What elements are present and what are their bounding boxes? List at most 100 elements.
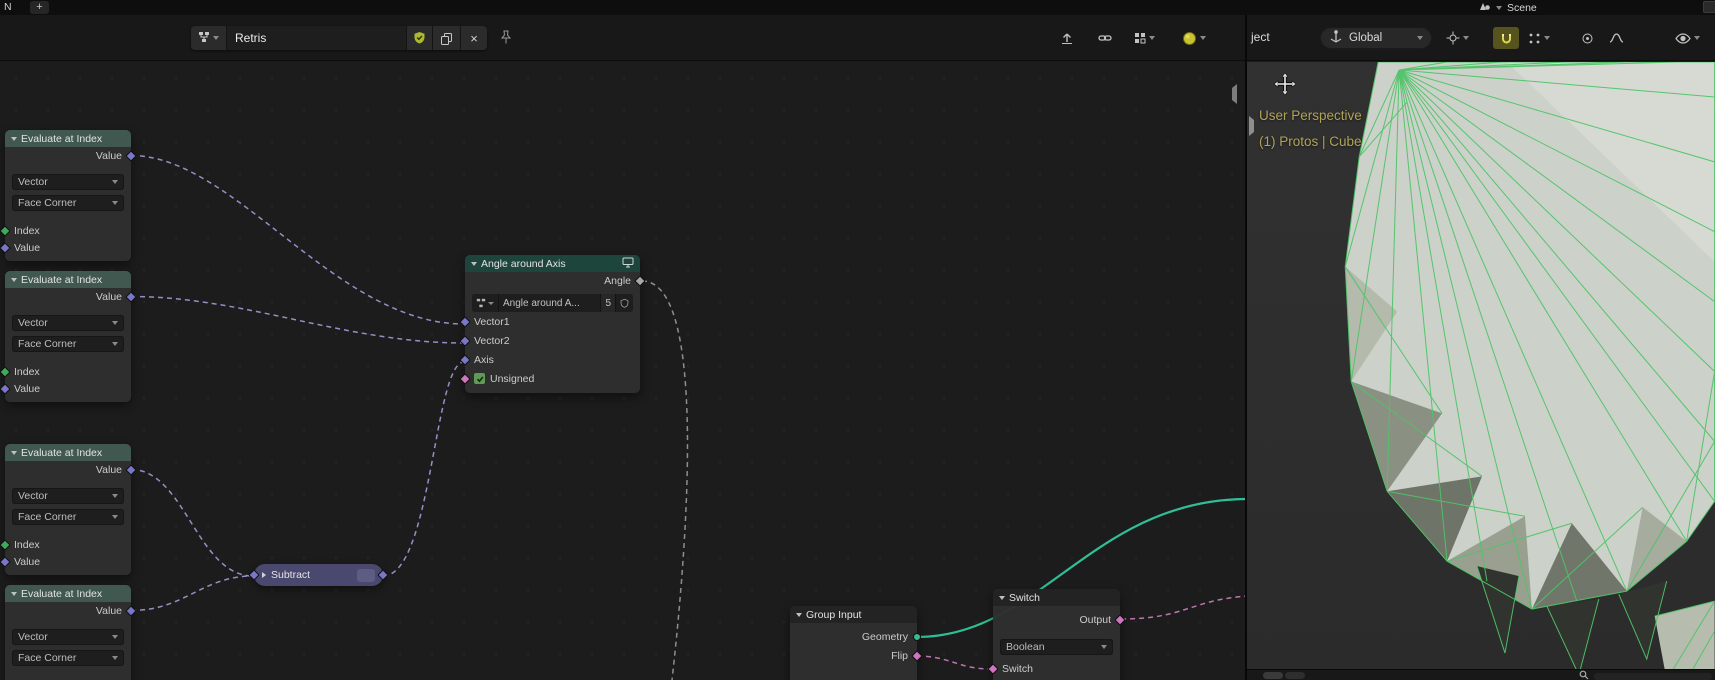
node-switch[interactable]: Switch Output Boolean Switch [987, 589, 1126, 680]
user-count-badge[interactable]: 5 [601, 294, 616, 312]
node-tree-name-field[interactable]: Retris [227, 26, 407, 50]
input-row: Value [0, 380, 131, 397]
expand-chevron-icon[interactable] [262, 572, 266, 578]
node-header[interactable]: Evaluate at Index [5, 444, 131, 461]
node-evaluate-at-index[interactable]: Evaluate at Index Value Vector Face Corn… [0, 271, 137, 402]
socket-label: Value [14, 241, 41, 254]
socket-label: Value [95, 604, 122, 617]
chevron-down-icon [112, 656, 118, 660]
socket-label: Value [95, 463, 122, 476]
domain-dropdown[interactable]: Face Corner [12, 336, 124, 352]
chevron-down-icon [1463, 36, 1469, 40]
proportional-editing-icon[interactable] [1581, 27, 1594, 49]
snap-with-dropdown[interactable] [1528, 27, 1550, 49]
unsigned-checkbox[interactable] [474, 373, 485, 384]
browse-node-tree-dropdown[interactable] [191, 26, 227, 50]
node-group-name[interactable]: Angle around A... [499, 294, 602, 312]
fake-user-shield-button[interactable] [407, 26, 433, 50]
node-group-selector[interactable]: Angle around A... 5 [472, 294, 633, 312]
node-header[interactable]: Switch [993, 589, 1120, 606]
viewport-canvas[interactable]: User Perspective (1) Protos | Cube [1247, 62, 1715, 680]
input-row: Vector2 [459, 331, 640, 350]
unlink-button[interactable]: × [461, 26, 487, 50]
node-angle-around-axis[interactable]: Angle around Axis Angle Angle around A..… [459, 255, 646, 393]
node-evaluate-at-index[interactable]: Evaluate at Index Value Vector Face Corn… [0, 444, 137, 575]
data-type-dropdown[interactable]: Vector [12, 174, 124, 190]
falloff-curve-icon[interactable] [1609, 27, 1624, 49]
node-canvas[interactable]: Evaluate at Index Value Vector Face Corn… [0, 62, 1245, 680]
socket-label: Axis [474, 353, 494, 366]
pin-icon[interactable] [500, 30, 512, 48]
chevron-down-icon [112, 201, 118, 205]
collapse-chevron-icon[interactable] [11, 450, 17, 455]
socket-label: Angle [604, 275, 631, 287]
input-row: Switch [987, 660, 1120, 677]
chevron-down-icon [112, 494, 118, 498]
link [641, 280, 689, 680]
viewport-perspective-label: User Perspective [1259, 108, 1362, 123]
node-title: Subtract [271, 569, 311, 581]
snap-magnet-toggle[interactable] [1493, 27, 1519, 49]
chevron-down-icon [1417, 36, 1423, 40]
node-tree-icon [198, 31, 210, 46]
input-row: Axis [459, 350, 640, 369]
chevron-down-icon [112, 180, 118, 184]
domain-dropdown[interactable]: Face Corner [12, 195, 124, 211]
domain-dropdown[interactable]: Face Corner [12, 650, 124, 666]
collapse-chevron-icon[interactable] [999, 595, 1005, 600]
filter-toggle[interactable] [1263, 672, 1283, 679]
snapping-dropdown[interactable] [1134, 27, 1155, 49]
scene-selector[interactable]: Scene [1478, 0, 1537, 15]
search-icon [1579, 670, 1589, 680]
overlay-sphere-dropdown[interactable] [1182, 27, 1206, 49]
node-header[interactable]: Evaluate at Index [5, 130, 131, 147]
node-header[interactable]: Group Input [790, 606, 917, 623]
collapse-chevron-icon[interactable] [11, 591, 17, 596]
node-evaluate-at-index[interactable]: Evaluate at Index Value Vector Face Corn… [0, 130, 137, 261]
visibility-eye-dropdown[interactable] [1675, 27, 1700, 49]
go-to-parent-button[interactable] [1060, 27, 1074, 49]
collapse-chevron-icon[interactable] [471, 261, 477, 266]
fake-user-shield-icon[interactable] [616, 294, 633, 312]
switch-type-dropdown[interactable]: Boolean [1000, 639, 1113, 655]
browse-node-group-icon[interactable] [472, 294, 499, 312]
region-open-arrow[interactable] [1249, 116, 1254, 136]
socket-geometry-output[interactable] [913, 632, 921, 641]
socket-label: Geometry [861, 630, 908, 643]
transform-orientation-dropdown[interactable]: Global [1320, 27, 1432, 49]
blender-window: N + Scene Retris × Evaluate at Index Val… [0, 0, 1715, 680]
new-copy-button[interactable] [433, 26, 461, 50]
region-collapse-arrow[interactable] [1232, 84, 1237, 104]
mode-dropdown-partial[interactable]: ject [1251, 30, 1270, 44]
node-title: Evaluate at Index [21, 273, 103, 286]
chevron-down-icon [213, 36, 219, 40]
collapse-chevron-icon[interactable] [796, 612, 802, 617]
filter-toggle[interactable] [1285, 672, 1305, 679]
socket-label: Value [14, 555, 41, 568]
dropdown-value: Vector [18, 317, 48, 329]
search-input[interactable] [1593, 672, 1713, 680]
node-subtract-collapsed[interactable]: Subtract [248, 564, 389, 586]
data-type-dropdown[interactable]: Vector [12, 488, 124, 504]
socket-label: Index [14, 224, 40, 237]
dropdown-value: Face Corner [18, 511, 77, 523]
node-title: Group Input [806, 608, 862, 621]
auto-offset-chain-icon[interactable] [1098, 27, 1112, 49]
domain-dropdown[interactable]: Face Corner [12, 509, 124, 525]
chevron-down-icon [1496, 5, 1502, 10]
view-layer-icon-partial[interactable] [1703, 1, 1715, 13]
node-header[interactable]: Angle around Axis [465, 255, 640, 272]
data-type-dropdown[interactable]: Vector [12, 629, 124, 645]
pivot-point-dropdown[interactable] [1446, 27, 1469, 49]
node-group-input[interactable]: Group Input Geometry Flip [790, 606, 923, 680]
move-cursor-icon [1273, 72, 1297, 99]
node-header[interactable]: Evaluate at Index [5, 585, 131, 602]
edit-mode-mesh [1344, 62, 1715, 680]
data-type-dropdown[interactable]: Vector [12, 315, 124, 331]
collapse-chevron-icon[interactable] [11, 136, 17, 141]
add-workspace-button[interactable]: + [30, 1, 49, 14]
collapse-chevron-icon[interactable] [11, 277, 17, 282]
node-evaluate-at-index[interactable]: Evaluate at Index Value Vector Face Corn… [0, 585, 137, 680]
workspace-tab-partial[interactable]: N [4, 1, 12, 13]
node-header[interactable]: Evaluate at Index [5, 271, 131, 288]
